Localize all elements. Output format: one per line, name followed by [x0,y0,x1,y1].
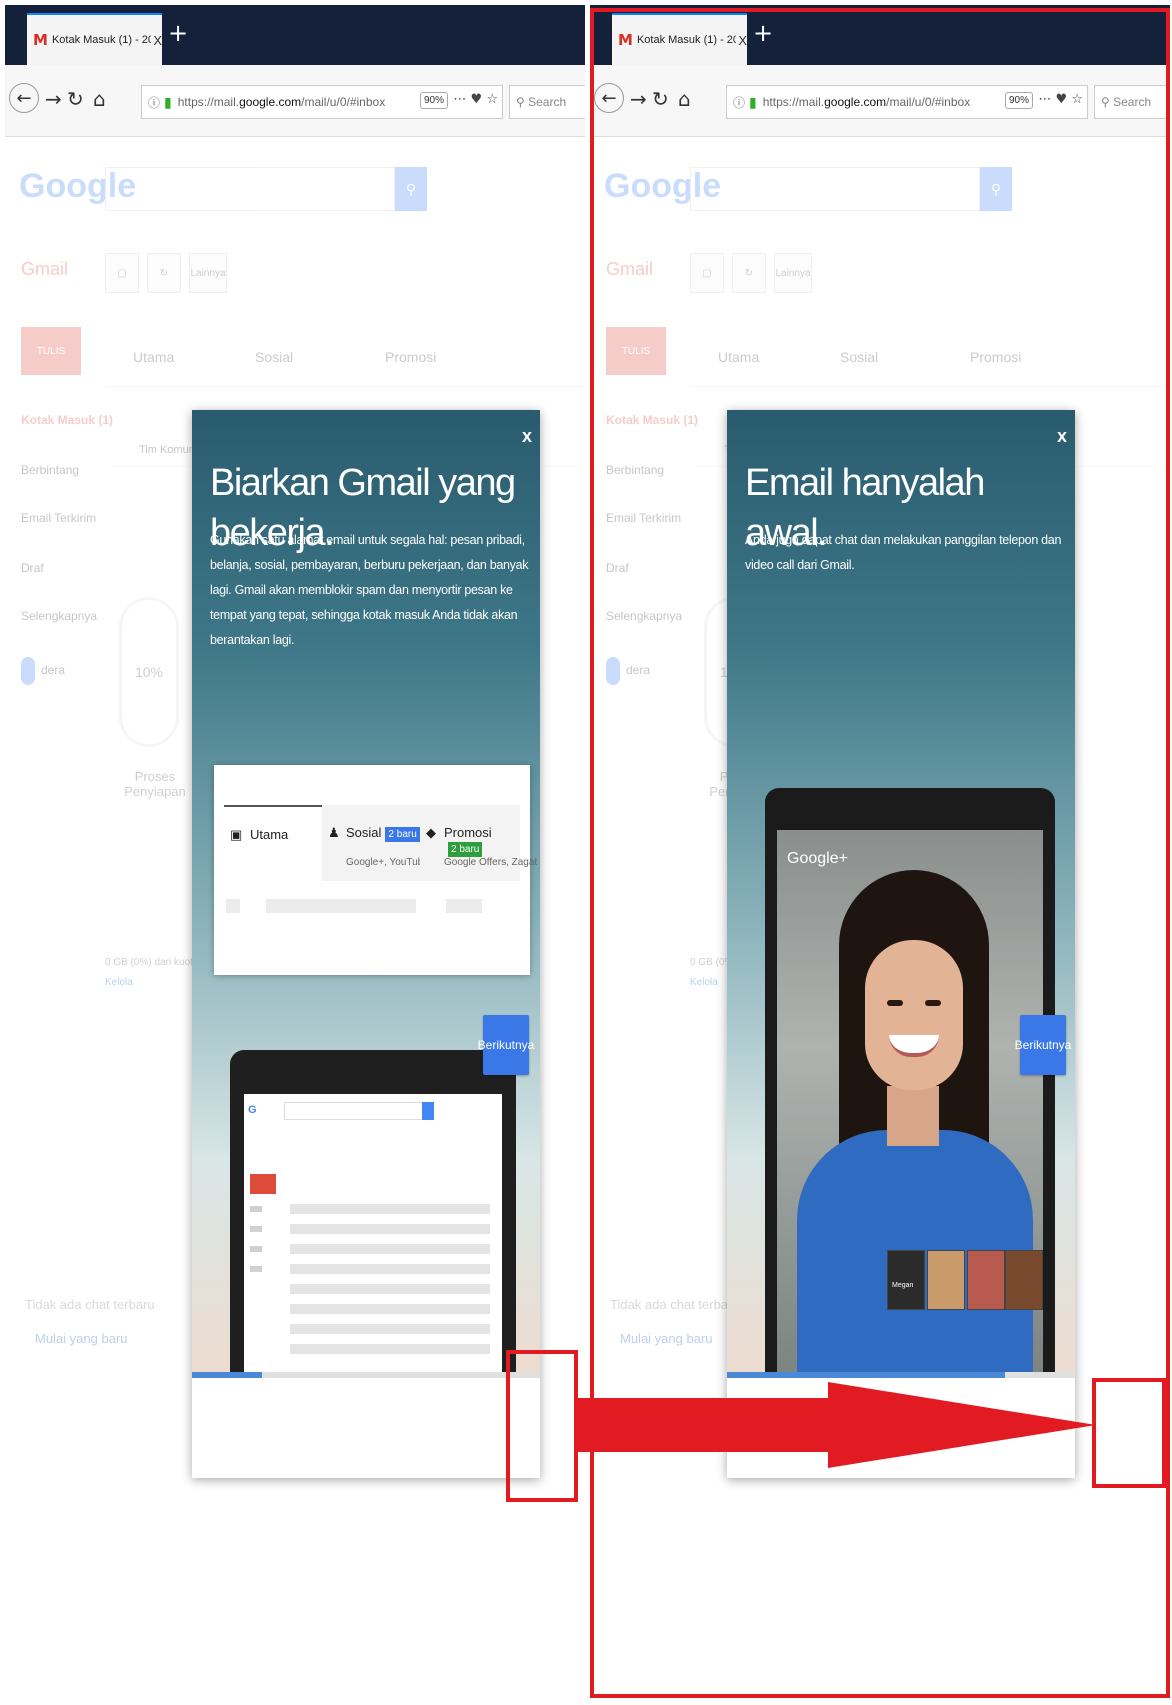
nav-sent[interactable]: Email Terkirim [21,511,96,525]
annotation-arrow-head [828,1382,1096,1468]
next-button[interactable]: Berikutnya [478,1015,534,1075]
tab-bar: M Kotak Masuk (1) - 20180101011 X + [5,5,585,65]
mini-side [250,1246,262,1252]
laptop-illustration: G [230,1050,516,1372]
people-icon: ♟ [328,825,340,840]
mini-row [290,1264,490,1274]
page-actions-icon[interactable]: ⋯ ♥ ☆ [453,92,498,107]
tab-title: Kotak Masuk (1) - 20180101011 [51,34,152,46]
mini-row [290,1344,490,1354]
gmail-search-input[interactable] [105,167,395,211]
left-screenshot: M Kotak Masuk (1) - 20180101011 X + ← → … [5,5,585,1705]
mini-side [250,1226,262,1232]
illus-tab-sosial-sub: Google+, YouTube [346,857,429,868]
sosial-badge: 2 baru [385,827,420,842]
mini-google-logo: G [248,1104,257,1116]
close-icon[interactable]: x [522,426,532,447]
mini-row [290,1244,490,1254]
gmail-label[interactable]: Gmail [21,259,68,280]
refresh-button[interactable]: ↻ [147,253,181,293]
mini-row [290,1224,490,1234]
new-tab-button[interactable]: + [168,19,188,47]
gmail-search-button[interactable]: ⚲ [395,167,427,211]
url-domain: google.com [239,95,302,109]
search-placeholder: Search [528,95,567,109]
illus-tab-promosi: ◆ Promosi 2 baru Google Offers, Zagat [420,805,537,881]
illus-row [226,899,240,913]
nav-starred[interactable]: Berbintang [21,463,79,477]
mini-side [250,1266,262,1272]
home-button[interactable]: ⌂ [93,87,106,111]
illus-tab-sosial: ♟ Sosial 2 baru Google+, YouTube [322,805,429,881]
mini-row [290,1204,490,1214]
forward-button[interactable]: → [45,87,62,111]
select-checkbox[interactable]: ▢ [105,253,139,293]
back-button[interactable]: ← [9,83,39,113]
compose-button[interactable]: TULIS [21,327,81,375]
mini-row [290,1284,490,1294]
illus-tab-promosi-sub: Google Offers, Zagat [444,857,538,868]
inbox-tabs-illustration: ▣ Utama ♟ Sosial 2 baru Google+, YouTube … [214,765,537,975]
tab-close-icon[interactable]: X [153,33,162,48]
inbox-icon: ▣ [230,827,243,842]
nav-drafts[interactable]: Draf [21,561,44,575]
mini-compose [250,1174,276,1194]
tab-utama[interactable]: Utama [133,349,174,365]
url-bar[interactable]: ⓘ ▮ https://mail. google.com/mail/u/0/#in… [141,85,503,119]
illus-row [266,899,416,913]
mini-search-button [422,1102,434,1120]
avatar [21,657,35,685]
url-prefix: https://mail. [177,95,240,109]
highlight-box-left [506,1350,578,1502]
setup-progress-circle: 10% [119,597,179,747]
promosi-badge: 2 baru [448,842,483,857]
mini-row [290,1304,490,1314]
no-chat-text: Tidak ada chat terbaru [25,1297,155,1312]
mini-side [250,1206,262,1212]
tab-sosial[interactable]: Sosial [255,349,293,365]
gmail-tabs: Utama Sosial Promosi [105,327,585,387]
zoom-indicator[interactable]: 90% [419,92,448,109]
more-button[interactable]: Lainnya [189,253,227,293]
illus-tab-utama: ▣ Utama [224,805,322,881]
user-chip[interactable]: dera [21,657,65,685]
lock-icon: ▮ [164,93,172,110]
mini-search [284,1102,424,1120]
illus-tab-promosi-label: Promosi [444,825,492,840]
illus-row [446,899,482,913]
annotation-arrow-shaft [578,1398,828,1452]
url-suffix: /mail/u/0/#inbox [301,95,386,109]
mini-row [290,1324,490,1334]
browser-tab[interactable]: M Kotak Masuk (1) - 20180101011 X [27,13,162,65]
search-icon: ⚲ [516,95,529,109]
gmail-favicon-icon: M [33,31,48,49]
laptop-screen: G [244,1094,502,1372]
illus-tab-utama-label: Utama [250,827,289,842]
setup-progress-label: Proses Penyiapan [124,769,186,799]
reload-button[interactable]: ↻ [67,87,84,111]
tag-icon: ◆ [426,825,436,840]
dialog-visual: x Biarkan Gmail yang bekerja. Gunakan sa… [192,410,540,1372]
dialog-description: Gunakan satu alamat email untuk segala h… [210,533,529,647]
tab-promosi[interactable]: Promosi [385,349,436,365]
welcome-dialog: x Biarkan Gmail yang bekerja. Gunakan sa… [192,410,540,1478]
storage-manage-link[interactable]: Kelola [105,977,133,988]
start-chat-link[interactable]: Mulai yang baru [35,1331,128,1346]
user-name: dera [41,663,66,678]
nav-bar: ← → ↻ ⌂ ⓘ ▮ https://mail. google.com/mail… [5,65,585,137]
dialog-footer [192,1378,540,1478]
info-icon[interactable]: ⓘ [148,94,160,111]
nav-inbox[interactable]: Kotak Masuk (1) [21,413,113,427]
nav-more[interactable]: Selengkapnya [21,609,97,623]
illus-tab-sosial-label: Sosial [346,825,382,840]
search-input[interactable]: ⚲ Search [509,85,585,119]
